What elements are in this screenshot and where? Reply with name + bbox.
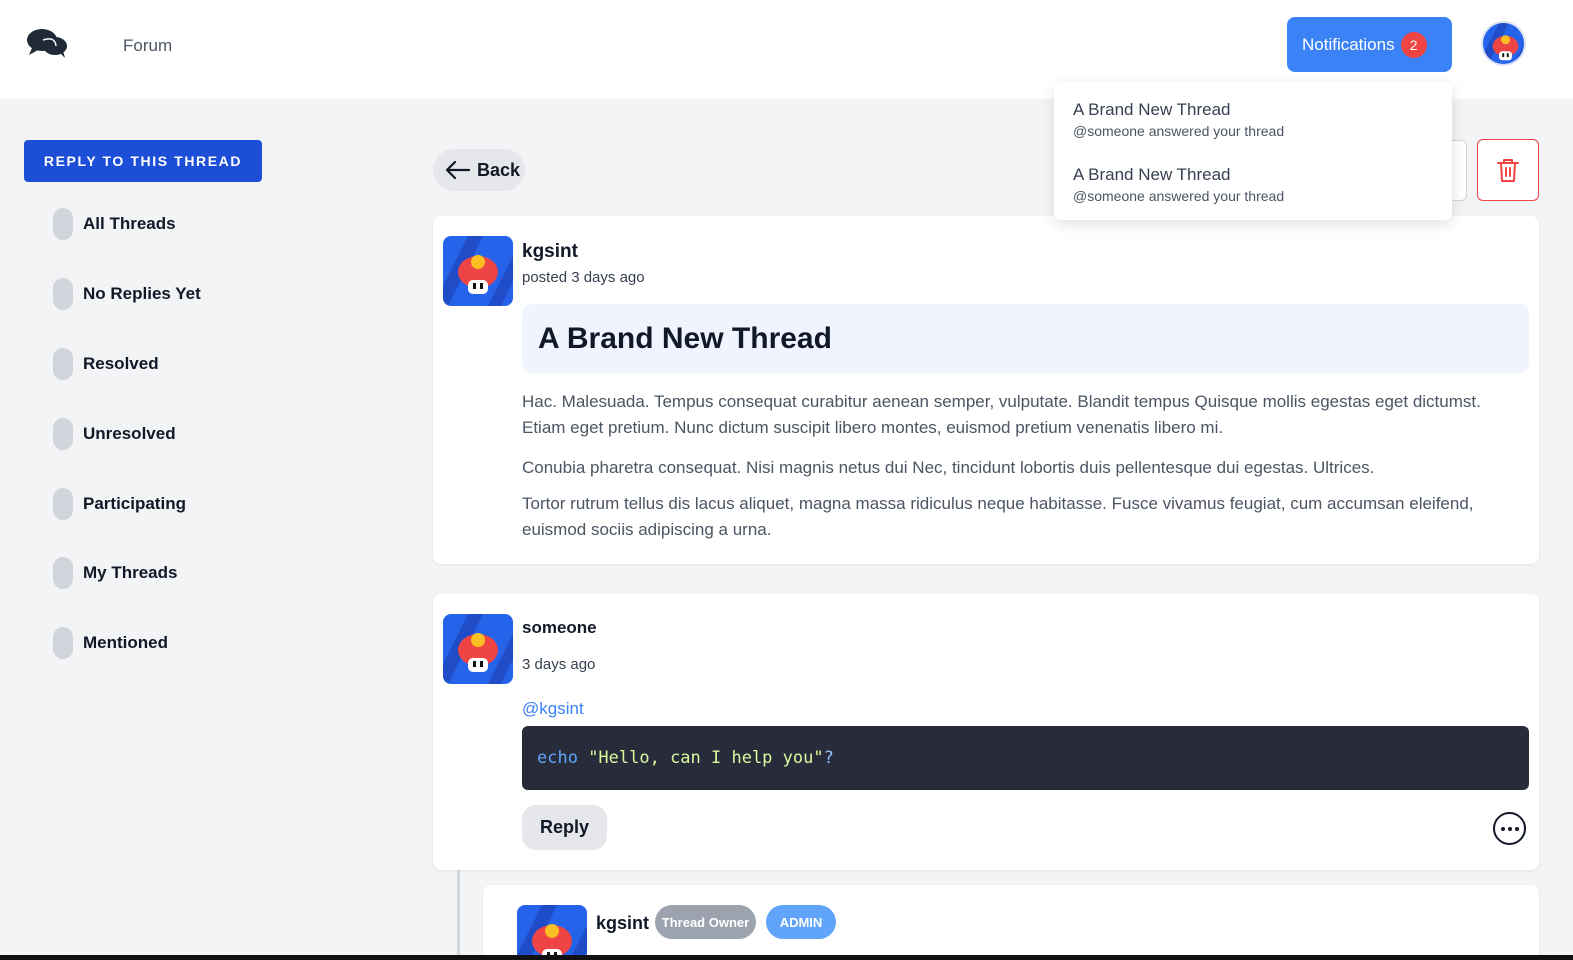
reply-author[interactable]: someone: [522, 618, 597, 638]
window-bottom-edge: [0, 955, 1573, 960]
notifications-count-badge: 2: [1400, 31, 1427, 58]
nav-forum-link[interactable]: Forum: [123, 36, 172, 56]
notifications-dropdown: A Brand New Thread @someone answered you…: [1054, 82, 1452, 220]
filter-toggle-icon: [53, 627, 73, 659]
sidebar-item-all-threads[interactable]: All Threads: [53, 208, 176, 240]
thread-posted-time: posted 3 days ago: [522, 269, 645, 286]
more-options-icon[interactable]: [1493, 812, 1526, 845]
mushroom-avatar-icon: [443, 614, 513, 684]
sidebar-item-label: Resolved: [83, 354, 159, 373]
notification-subtitle: @someone answered your thread: [1073, 188, 1285, 204]
notification-item[interactable]: A Brand New Thread @someone answered you…: [1073, 100, 1284, 139]
mushroom-avatar-icon: [517, 905, 587, 960]
reply-to-thread-button[interactable]: REPLY TO THIS THREAD: [24, 140, 262, 182]
code-keyword: echo: [537, 748, 578, 768]
reply-author-avatar[interactable]: [443, 614, 513, 684]
filter-toggle-icon: [53, 418, 73, 450]
delete-thread-button[interactable]: [1477, 139, 1539, 201]
notifications-button[interactable]: Notifications 2: [1287, 17, 1452, 72]
filter-toggle-icon: [53, 208, 73, 240]
reply-time: 3 days ago: [522, 656, 596, 673]
sidebar-item-label: All Threads: [83, 214, 176, 233]
thread-owner-badge: Thread Owner: [655, 905, 756, 939]
notification-item[interactable]: A Brand New Thread @someone answered you…: [1073, 165, 1284, 204]
sidebar-item-label: Participating: [83, 494, 186, 513]
nested-reply-card: kgsint Thread Owner ADMIN: [483, 885, 1539, 960]
sidebar-item-label: No Replies Yet: [83, 284, 201, 303]
notifications-label: Notifications: [1302, 34, 1395, 54]
trash-icon: [1497, 159, 1519, 182]
filter-toggle-icon: [53, 278, 73, 310]
sidebar-item-participating[interactable]: Participating: [53, 488, 186, 520]
reply-thread-line: [457, 870, 460, 960]
code-block: echo "Hello, can I help you"?: [522, 726, 1529, 790]
back-label: Back: [477, 159, 521, 180]
back-button[interactable]: Back: [433, 149, 525, 191]
thread-body-paragraph: Tortor rutrum tellus dis lacus aliquet, …: [522, 494, 1474, 539]
thread-title: A Brand New Thread: [522, 304, 1529, 373]
reply-card: someone 3 days ago @kgsint echo "Hello, …: [433, 594, 1539, 870]
sidebar-item-label: Mentioned: [83, 633, 168, 652]
sidebar-item-resolved[interactable]: Resolved: [53, 348, 159, 380]
sidebar-item-label: My Threads: [83, 563, 178, 582]
sidebar-item-label: Unresolved: [83, 424, 176, 443]
nested-author-avatar[interactable]: [517, 905, 587, 960]
arrow-left-icon: [445, 160, 471, 180]
user-avatar[interactable]: [1481, 21, 1526, 66]
mushroom-avatar-icon: [1483, 23, 1524, 64]
sidebar-item-mentioned[interactable]: Mentioned: [53, 627, 168, 659]
admin-badge: ADMIN: [766, 905, 836, 939]
sidebar-item-no-replies[interactable]: No Replies Yet: [53, 278, 201, 310]
mushroom-avatar-icon: [443, 236, 513, 306]
filter-toggle-icon: [53, 488, 73, 520]
chat-bubbles-icon[interactable]: [26, 28, 68, 60]
sidebar-item-my-threads[interactable]: My Threads: [53, 557, 177, 589]
thread-body-paragraph: Hac. Malesuada. Tempus consequat curabit…: [522, 392, 1481, 437]
thread-author[interactable]: kgsint: [522, 241, 578, 263]
code-string: "Hello, can I help you": [577, 748, 824, 768]
filter-toggle-icon: [53, 557, 73, 589]
thread-post-card: kgsint posted 3 days ago A Brand New Thr…: [433, 216, 1539, 564]
filter-toggle-icon: [53, 348, 73, 380]
notification-title: A Brand New Thread: [1073, 165, 1231, 184]
reply-button[interactable]: Reply: [522, 805, 607, 850]
sidebar-item-unresolved[interactable]: Unresolved: [53, 418, 176, 450]
thread-body-paragraph: Conubia pharetra consequat. Nisi magnis …: [522, 458, 1375, 477]
author-avatar[interactable]: [443, 236, 513, 306]
nested-reply-author[interactable]: kgsint: [596, 913, 649, 934]
mention-link[interactable]: @kgsint: [522, 699, 584, 719]
notification-title: A Brand New Thread: [1073, 100, 1231, 119]
code-punctuation: ?: [823, 748, 834, 768]
notification-subtitle: @someone answered your thread: [1073, 123, 1285, 139]
